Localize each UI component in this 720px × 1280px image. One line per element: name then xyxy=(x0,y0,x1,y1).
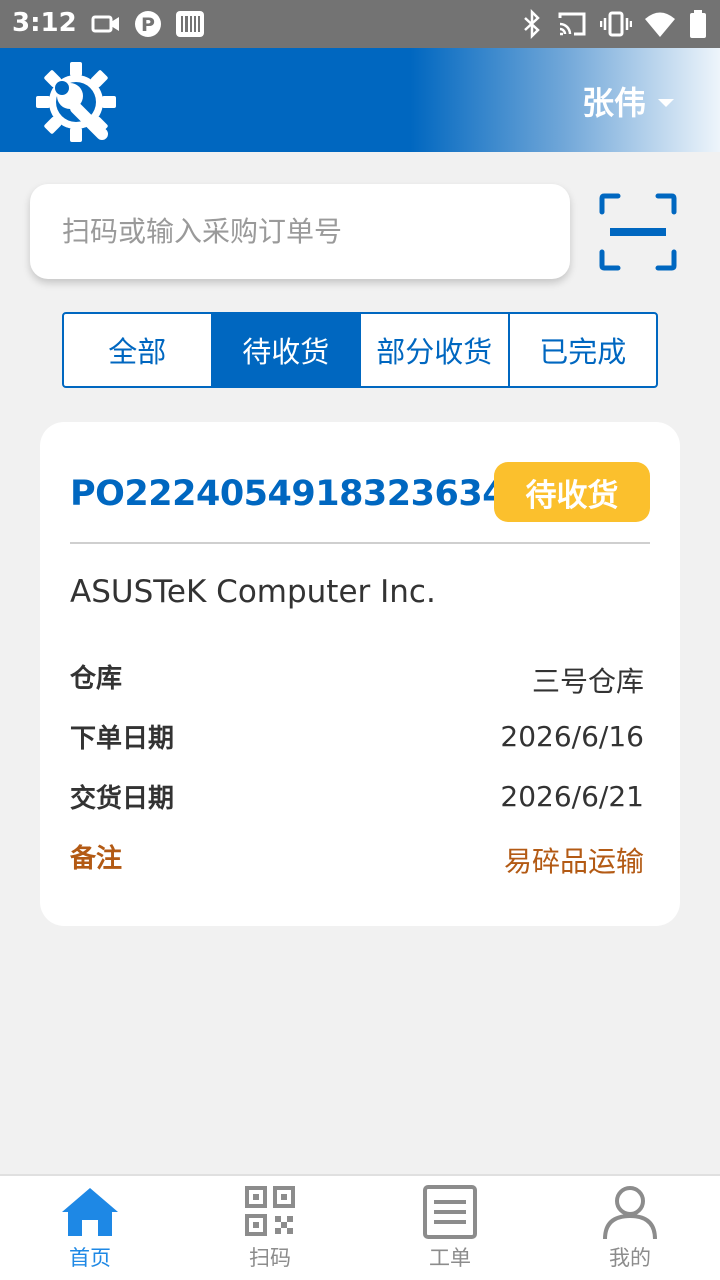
nav-workorder[interactable]: 工单 xyxy=(360,1176,540,1280)
nav-home[interactable]: 首页 xyxy=(0,1176,180,1280)
supplier-name: ASUSTeK Computer Inc. xyxy=(70,574,436,610)
delivery-date-label: 交货日期 xyxy=(70,784,175,814)
tab-partial[interactable]: 部分收货 xyxy=(361,314,510,386)
search-input[interactable] xyxy=(62,184,542,279)
search-box xyxy=(30,184,570,279)
wifi-icon xyxy=(644,8,676,40)
delivery-date-value: 2026/6/21 xyxy=(500,780,644,813)
warehouse-label: 仓库 xyxy=(70,664,123,694)
cast-icon xyxy=(556,8,588,40)
bluetooth-icon xyxy=(516,8,548,40)
status-time: 3:12 xyxy=(12,8,77,38)
tab-completed[interactable]: 已完成 xyxy=(510,314,657,386)
nav-workorder-label: 工单 xyxy=(429,1246,471,1270)
document-icon xyxy=(420,1184,480,1240)
order-date-label: 下单日期 xyxy=(70,724,175,754)
tab-pending[interactable]: 待收货 xyxy=(212,314,361,386)
note-label: 备注 xyxy=(70,844,123,874)
order-card[interactable]: PO2224054918323634 待收货 ASUSTeK Computer … xyxy=(40,422,680,926)
svg-text:P: P xyxy=(141,14,155,36)
nav-profile-label: 我的 xyxy=(609,1246,651,1270)
gear-wrench-icon xyxy=(32,58,116,142)
tab-all[interactable]: 全部 xyxy=(64,314,213,386)
nav-scan-label: 扫码 xyxy=(249,1246,291,1270)
status-bar: 3:12 P xyxy=(0,0,720,48)
user-name: 张伟 xyxy=(581,84,646,122)
app-header: 张伟 xyxy=(0,48,720,152)
nav-profile[interactable]: 我的 xyxy=(540,1176,720,1280)
nav-scan[interactable]: 扫码 xyxy=(180,1176,360,1280)
nav-home-label: 首页 xyxy=(69,1246,111,1270)
vibrate-icon xyxy=(600,8,632,40)
video-camera-icon xyxy=(90,8,122,40)
order-number: PO2224054918323634 xyxy=(70,474,507,514)
battery-icon xyxy=(682,8,714,40)
caret-down-icon xyxy=(658,99,674,107)
card-divider xyxy=(70,542,650,544)
bottom-nav: 首页 扫码 工单 我的 xyxy=(0,1174,720,1280)
scan-frame-icon xyxy=(599,193,677,271)
status-badge: 待收货 xyxy=(494,462,650,522)
order-date-value: 2026/6/16 xyxy=(500,720,644,753)
home-icon xyxy=(60,1184,120,1240)
warehouse-value: 三号仓库 xyxy=(531,665,644,698)
status-tabs: 全部 待收货 部分收货 已完成 xyxy=(62,312,658,388)
scan-button[interactable] xyxy=(598,192,678,272)
note-value: 易碎品运输 xyxy=(503,845,644,878)
parking-icon: P xyxy=(132,8,164,40)
user-icon xyxy=(600,1184,660,1240)
barcode-icon xyxy=(174,8,206,40)
user-menu[interactable]: 张伟 xyxy=(582,78,674,124)
qr-code-icon xyxy=(240,1184,300,1240)
